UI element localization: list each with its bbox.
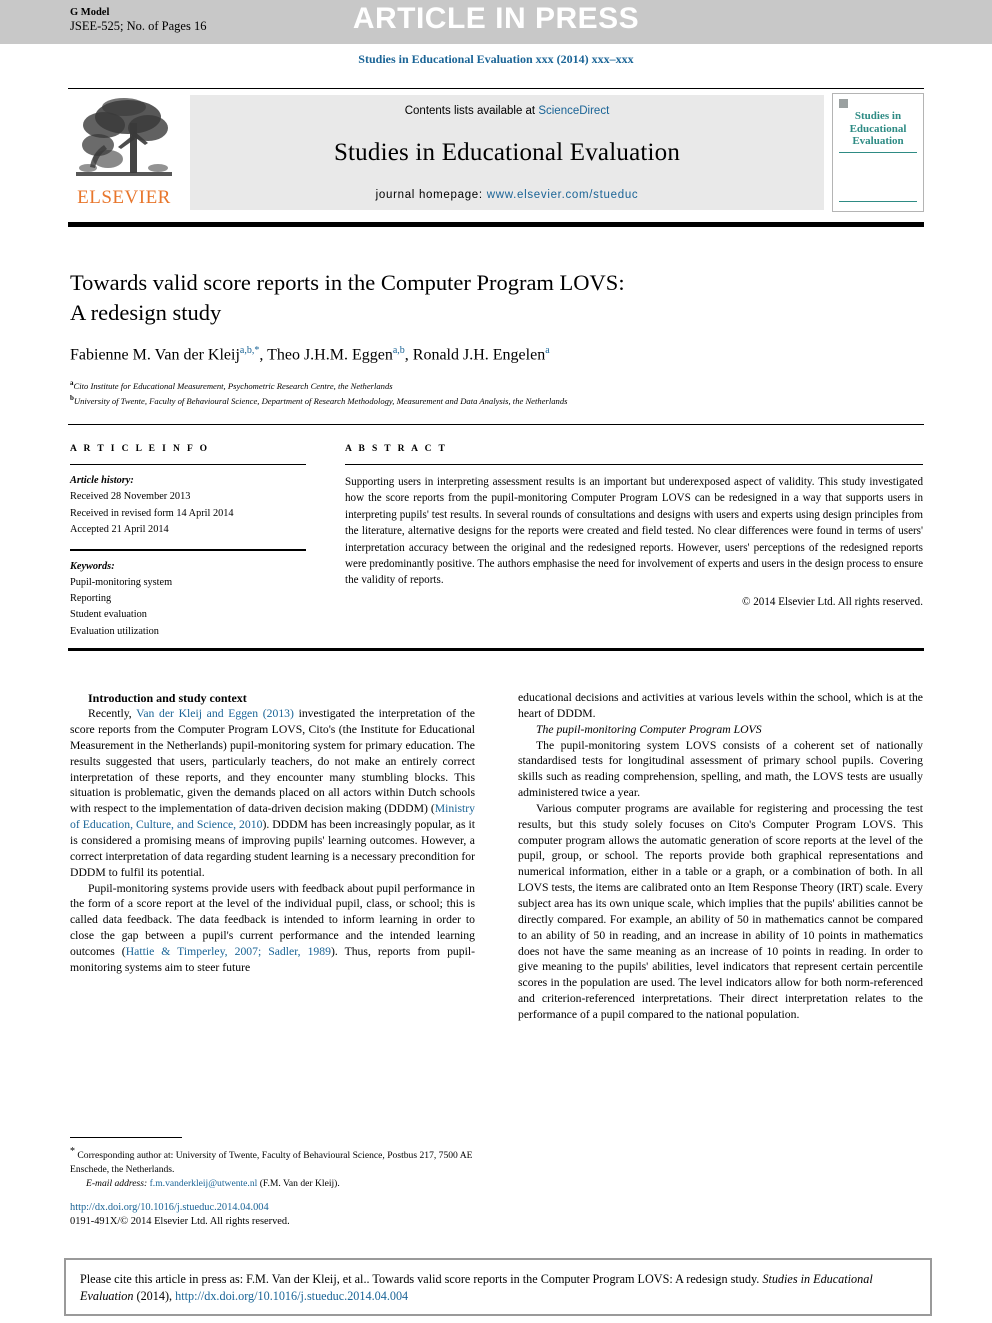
contents-prefix-text: Contents lists available at	[404, 105, 536, 117]
cover-title-text: Studies in Educational Evaluation	[849, 110, 907, 148]
article-info-heading: A R T I C L E I N F O	[70, 444, 210, 454]
keywords-block: Keywords: Pupil-monitoring system Report…	[70, 559, 306, 640]
history-item: Received in revised form 14 April 2014	[70, 507, 234, 519]
masthead-bottom-rule	[68, 222, 924, 227]
abstract-column: A B S T R A C T Supporting users in inte…	[345, 444, 923, 608]
journal-masthead: ELSEVIER Contents lists available at Sci…	[68, 88, 924, 218]
author-affil-marker[interactable]: a,b,*	[240, 345, 259, 356]
body-paragraph: Recently, Van der Kleij and Eggen (2013)…	[70, 706, 475, 880]
keyword-item: Student evaluation	[70, 609, 147, 621]
keyword-item: Reporting	[70, 593, 112, 605]
affiliation-text: Cito Institute for Educational Measureme…	[73, 380, 393, 391]
author-affil-marker[interactable]: a	[545, 345, 549, 356]
sciencedirect-link[interactable]: ScienceDirect	[538, 105, 609, 117]
article-info-column: A R T I C L E I N F O Article history: R…	[70, 444, 306, 640]
article-history-label: Article history:	[70, 475, 134, 486]
article-page: G Model JSEE-525; No. of Pages 16 ARTICL…	[0, 0, 992, 1323]
body-paragraph-continued: educational decisions and activities at …	[518, 691, 923, 720]
body-paragraph: The pupil-monitoring system LOVS consist…	[518, 738, 923, 800]
history-item: Received 28 November 2013	[70, 491, 191, 503]
abstract-copyright: © 2014 Elsevier Ltd. All rights reserved…	[742, 595, 923, 608]
corresponding-author-marker: *	[70, 1146, 75, 1157]
section-heading-introduction: Introduction and study context	[88, 691, 247, 705]
email-label: E-mail address:	[86, 1178, 148, 1189]
homepage-label: journal homepage:	[375, 189, 483, 201]
keyword-item: Pupil-monitoring system	[70, 576, 173, 588]
abstract-heading: A B S T R A C T	[345, 444, 448, 454]
affiliation-text: University of Twente, Faculty of Behavio…	[73, 396, 568, 407]
title-line-2: A redesign study	[70, 299, 222, 325]
contents-box: Contents lists available at ScienceDirec…	[190, 95, 824, 210]
email-note: E-mail address: f.m.vanderkleij@utwente.…	[70, 1177, 475, 1191]
elsevier-logo: ELSEVIER	[68, 89, 180, 218]
abstract-rule	[345, 464, 923, 465]
cover-rule-bottom	[839, 200, 917, 202]
contents-available-line: Contents lists available at ScienceDirec…	[405, 105, 610, 117]
please-cite-box: Please cite this article in press as: F.…	[64, 1258, 932, 1316]
cover-rule-top	[839, 151, 917, 154]
keyword-item: Evaluation utilization	[70, 625, 159, 637]
abstract-bottom-rule	[68, 648, 924, 651]
cite-doi-link[interactable]: http://dx.doi.org/10.1016/j.stueduc.2014…	[175, 1289, 408, 1303]
journal-running-head: Studies in Educational Evaluation xxx (2…	[358, 52, 634, 66]
article-info-rule-top	[70, 464, 306, 465]
journal-cover-thumbnail: Studies in Educational Evaluation	[832, 93, 924, 212]
keywords-label: Keywords:	[70, 560, 115, 572]
paragraph-text: Recently,	[88, 707, 137, 721]
history-item: Accepted 21 April 2014	[70, 523, 169, 535]
affiliation-list: aCito Institute for Educational Measurem…	[70, 378, 900, 408]
cover-mini-logo-icon	[839, 99, 848, 108]
status-banner-text: ARTICLE IN PRESS	[352, 2, 640, 35]
cite-prefix-text: Please cite this article in press as: F.…	[80, 1272, 760, 1286]
author-separator: ,	[259, 346, 268, 364]
footnote-block: * Corresponding author at: University of…	[70, 1137, 475, 1191]
author-affil-marker[interactable]: a,b	[393, 345, 405, 356]
affiliation-item: bUniversity of Twente, Faculty of Behavi…	[70, 393, 900, 408]
doi-link[interactable]: http://dx.doi.org/10.1016/j.stueduc.2014…	[70, 1200, 269, 1216]
journal-title: Studies in Educational Evaluation	[333, 139, 681, 166]
author-name: Ronald J.H. Engelen	[412, 346, 546, 364]
homepage-url-link[interactable]: www.elsevier.com/stueduc	[487, 189, 639, 201]
affiliation-item: aCito Institute for Educational Measurem…	[70, 378, 900, 393]
article-history-block: Article history: Received 28 November 20…	[70, 473, 306, 538]
title-bottom-rule	[68, 424, 924, 425]
journal-homepage-line: journal homepage: www.elsevier.com/stued…	[376, 189, 639, 201]
citation-link[interactable]: Van der Kleij and Eggen (2013)	[136, 707, 294, 720]
email-link[interactable]: f.m.vanderkleij@utwente.nl	[150, 1178, 258, 1189]
author-list: Fabienne M. Van der Kleija,b,*, Theo J.H…	[70, 345, 900, 364]
cite-year: (2014),	[136, 1289, 173, 1304]
body-paragraph: Pupil-monitoring systems provide users w…	[70, 881, 475, 976]
elsevier-wordmark: ELSEVIER	[77, 187, 171, 208]
title-line-1: Towards valid score reports in the Compu…	[70, 270, 625, 295]
corresponding-author-note: * Corresponding author at: University of…	[70, 1145, 475, 1177]
abstract-text: Supporting users in interpreting assessm…	[345, 476, 923, 587]
author-name: Theo J.H.M. Eggen	[267, 346, 393, 364]
article-info-rule-mid	[70, 549, 306, 551]
paragraph-text: investigated the interpretation of the s…	[70, 707, 475, 816]
subsection-heading-lovs: The pupil-monitoring Computer Program LO…	[536, 722, 762, 736]
body-column-right: educational decisions and activities at …	[518, 690, 923, 1023]
citation-link[interactable]: Hattie & Timperley, 2007; Sadler, 1989	[126, 945, 331, 958]
body-column-left: Introduction and study context Recently,…	[70, 690, 475, 976]
elsevier-tree-icon	[76, 98, 172, 176]
body-paragraph: Various computer programs are available …	[518, 801, 923, 1021]
author-name: Fabienne M. Van der Kleij	[70, 346, 240, 364]
issn-copyright-line: 0191-491X/© 2014 Elsevier Ltd. All right…	[70, 1216, 290, 1227]
footnote-rule	[70, 1137, 182, 1138]
author-separator: ,	[404, 346, 413, 364]
email-owner-text: (F.M. Van der Kleij).	[259, 1178, 340, 1189]
page-title: Towards valid score reports in the Compu…	[70, 268, 770, 327]
corresponding-author-text: Corresponding author at: University of T…	[70, 1150, 473, 1176]
